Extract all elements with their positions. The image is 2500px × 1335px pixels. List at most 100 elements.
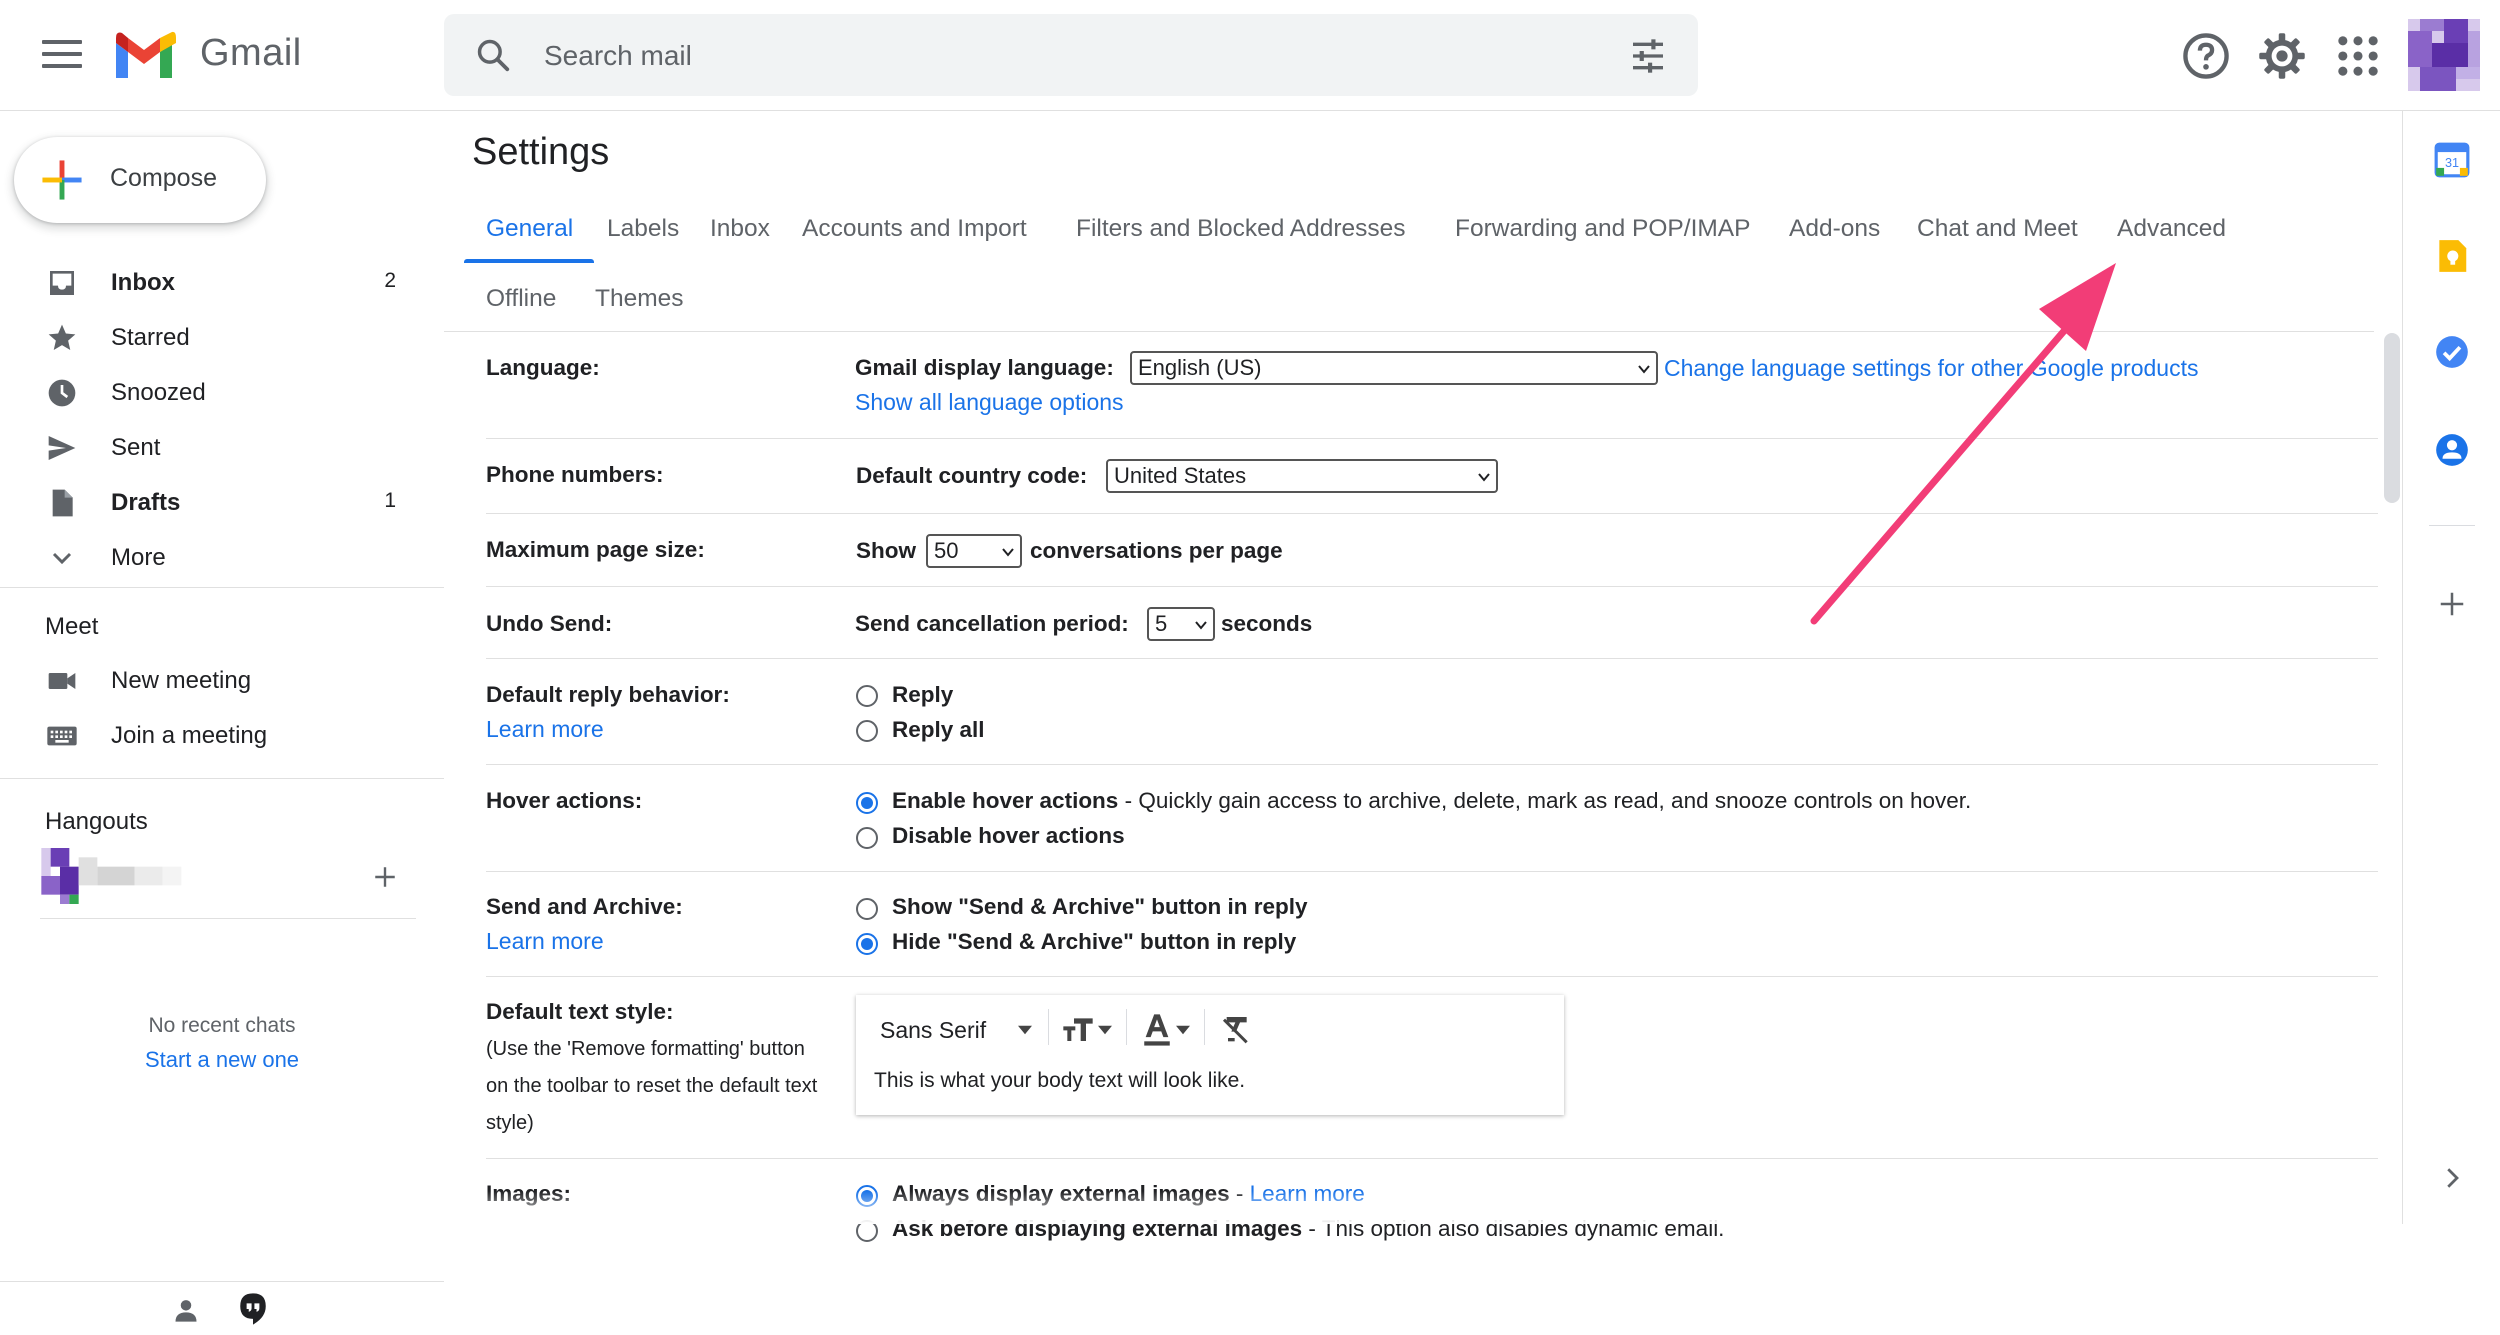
tab-chat-and-meet[interactable]: Chat and Meet	[1917, 215, 2078, 243]
sidebar-item-more[interactable]: More	[0, 530, 420, 586]
section-divider	[0, 587, 444, 588]
tab-general[interactable]: General	[486, 215, 573, 243]
text-style-preview: This is what your body text will look li…	[874, 1069, 1246, 1092]
gmail-logo-icon[interactable]	[112, 30, 176, 80]
reply-behavior-label: Default reply behavior:	[486, 682, 730, 707]
enable-hover-description: - Quickly gain access to archive, delete…	[1118, 788, 1972, 813]
sidebar-item-label: Drafts	[111, 489, 181, 516]
account-avatar[interactable]	[2408, 18, 2480, 92]
hangouts-user-row[interactable]	[36, 848, 416, 908]
row-divider	[486, 976, 2378, 977]
tabs-divider	[444, 331, 2374, 332]
display-language-label: Gmail display language:	[855, 355, 1114, 380]
settings-scrollbar[interactable]	[2384, 333, 2400, 503]
draft-count: 1	[384, 489, 396, 512]
start-new-chat-link[interactable]: Start a new one	[0, 1047, 444, 1073]
disable-hover-radio[interactable]	[856, 827, 878, 849]
hide-send-archive-radio[interactable]	[856, 933, 878, 955]
show-all-languages-link[interactable]: Show all language options	[855, 389, 1124, 416]
sidebar-item-snoozed[interactable]: Snoozed	[0, 365, 420, 421]
font-family-select[interactable]: Sans Serif	[880, 1017, 986, 1044]
hangouts-chat-icon[interactable]	[236, 1292, 270, 1326]
country-code-label: Default country code:	[856, 463, 1088, 488]
show-send-archive-radio[interactable]	[856, 898, 878, 920]
sidebar-item-inbox[interactable]: Inbox 2	[0, 255, 420, 311]
sidebar-item-starred[interactable]: Starred	[0, 310, 420, 366]
get-addons-plus-icon[interactable]	[2437, 589, 2467, 619]
remove-formatting-icon[interactable]	[1220, 1013, 1252, 1045]
help-icon[interactable]	[2180, 30, 2232, 82]
compose-label: Compose	[110, 164, 217, 192]
cancellation-period-select[interactable]: 5	[1147, 607, 1215, 641]
tasks-icon[interactable]	[2433, 333, 2471, 371]
font-dropdown-caret-icon[interactable]	[1018, 1025, 1032, 1035]
tab-forwarding-pop-imap[interactable]: Forwarding and POP/IMAP	[1455, 215, 1750, 243]
sidebar-bottom-bar	[0, 1281, 444, 1335]
add-chat-icon[interactable]	[372, 864, 398, 890]
tab-offline[interactable]: Offline	[486, 285, 556, 313]
hover-actions-label: Hover actions:	[486, 788, 643, 813]
new-meeting-item[interactable]: New meeting	[0, 653, 420, 709]
display-language-select[interactable]: English (US)	[1130, 351, 1658, 385]
row-divider	[486, 871, 2378, 872]
change-language-link[interactable]: Change language settings for other Googl…	[1664, 355, 2198, 382]
page-size-select[interactable]: 50	[926, 534, 1022, 568]
tab-advanced[interactable]: Advanced	[2117, 215, 2226, 243]
contacts-icon[interactable]	[2433, 431, 2471, 469]
row-divider	[486, 513, 2378, 514]
blurred-user-avatar	[41, 848, 182, 904]
row-divider	[486, 586, 2378, 587]
app-brand: Gmail	[200, 32, 302, 74]
text-color-icon[interactable]	[1142, 1013, 1172, 1047]
chevron-down-icon	[1638, 365, 1650, 374]
font-size-icon[interactable]	[1062, 1015, 1094, 1043]
compose-button[interactable]: Compose	[14, 137, 266, 223]
color-dropdown-caret-icon[interactable]	[1176, 1025, 1190, 1035]
page-size-value: 50	[934, 538, 959, 563]
tab-filters[interactable]: Filters and Blocked Addresses	[1076, 215, 1406, 243]
section-divider	[40, 918, 416, 919]
country-code-select[interactable]: United States	[1106, 459, 1498, 493]
left-sidebar: Compose Inbox 2 Starred Snoozed Sent Dra…	[0, 111, 444, 1325]
keyboard-icon	[47, 726, 77, 746]
search-icon[interactable]	[474, 36, 512, 74]
enable-hover-radio[interactable]	[856, 792, 878, 814]
tab-add-ons[interactable]: Add-ons	[1789, 215, 1880, 243]
reply-learn-more-link[interactable]: Learn more	[486, 716, 604, 743]
reply-radio[interactable]	[856, 685, 878, 707]
send-archive-learn-more-link[interactable]: Learn more	[486, 928, 604, 955]
settings-gear-icon[interactable]	[2256, 30, 2308, 82]
keep-notes-icon[interactable]	[2433, 237, 2471, 275]
contacts-person-icon[interactable]	[172, 1296, 200, 1324]
tab-labels[interactable]: Labels	[607, 215, 679, 243]
apps-grid-icon[interactable]	[2332, 30, 2384, 82]
text-style-editor: Sans Serif This is what your body text w…	[856, 995, 1564, 1115]
settings-main-panel: Settings General Labels Inbox Accounts a…	[444, 111, 2402, 1242]
sidebar-item-drafts[interactable]: Drafts 1	[0, 475, 420, 531]
join-meeting-item[interactable]: Join a meeting	[0, 708, 420, 764]
phone-numbers-label: Phone numbers:	[486, 462, 664, 487]
main-menu-icon[interactable]	[42, 40, 82, 72]
sidebar-item-sent[interactable]: Sent	[0, 420, 420, 476]
chevron-down-icon	[52, 552, 72, 565]
sidebar-item-label: Inbox	[111, 269, 175, 296]
toolbar-divider	[1126, 1009, 1127, 1045]
search-input[interactable]: Search mail	[544, 40, 692, 72]
reply-all-radio[interactable]	[856, 720, 878, 742]
compose-plus-icon	[42, 160, 82, 200]
search-options-icon[interactable]	[1628, 36, 1668, 76]
send-archive-label: Send and Archive:	[486, 894, 683, 919]
sidebar-item-label: More	[111, 544, 166, 571]
search-bar[interactable]: Search mail	[444, 14, 1698, 96]
tab-themes[interactable]: Themes	[595, 285, 684, 313]
chevron-right-icon[interactable]	[2437, 1163, 2467, 1193]
meet-section-title: Meet	[45, 613, 99, 640]
rail-divider	[2429, 525, 2475, 526]
tab-accounts-and-import[interactable]: Accounts and Import	[802, 215, 1027, 243]
country-code-value: United States	[1114, 463, 1247, 488]
calendar-icon[interactable]: 31	[2433, 141, 2471, 179]
tab-inbox[interactable]: Inbox	[710, 215, 770, 243]
row-divider	[486, 764, 2378, 765]
size-dropdown-caret-icon[interactable]	[1098, 1025, 1112, 1035]
star-icon	[48, 324, 76, 350]
